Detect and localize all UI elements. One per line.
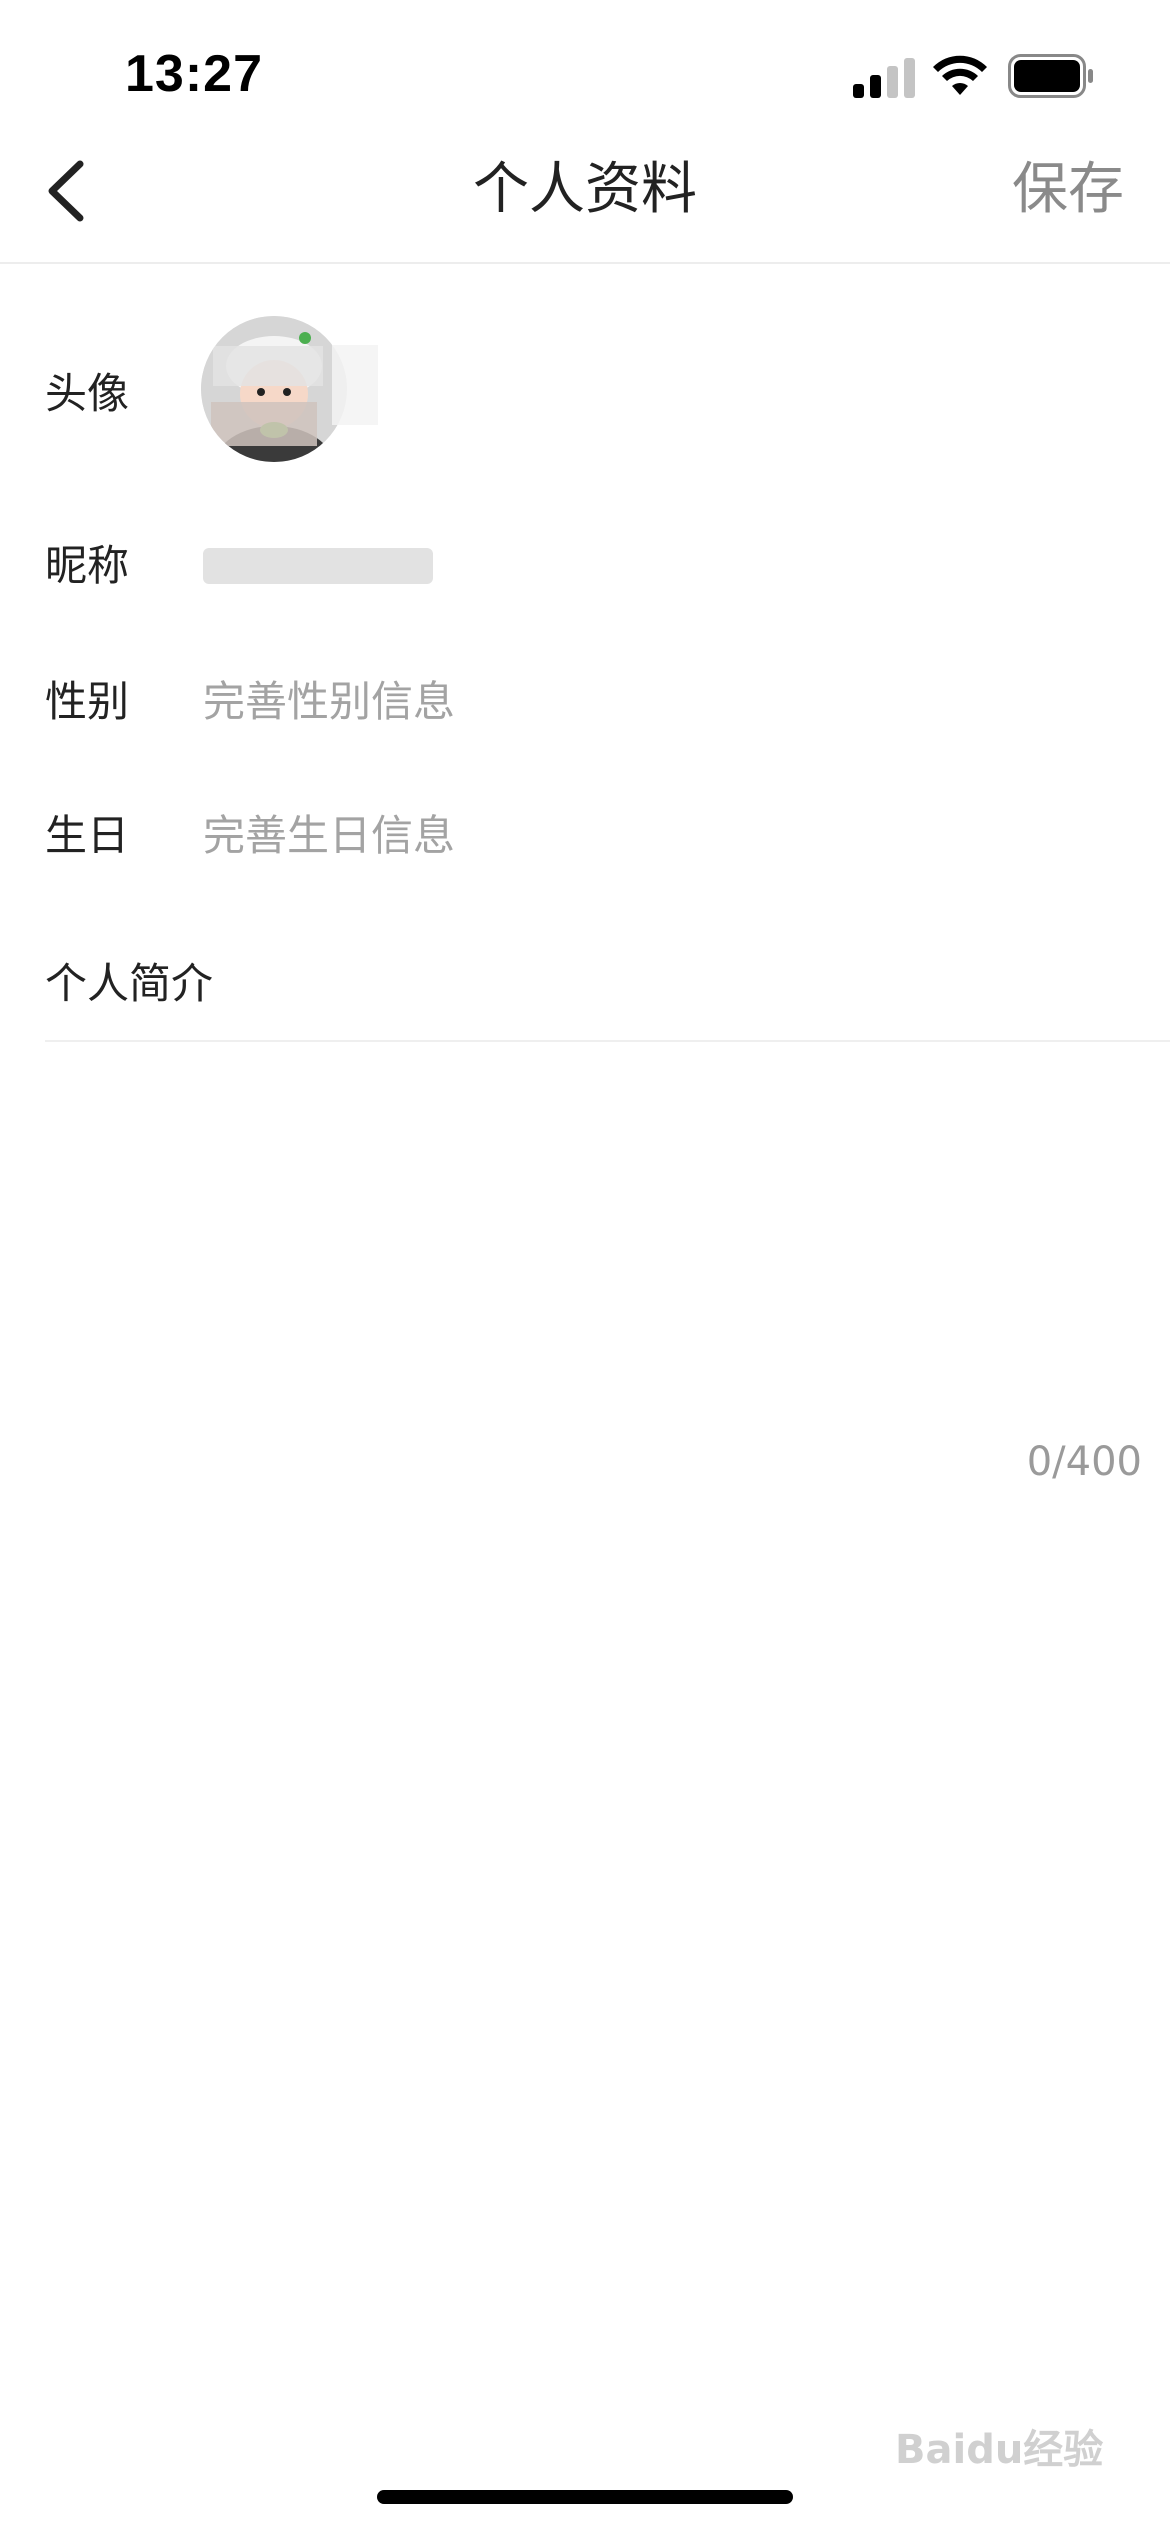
bio-char-counter: 0/400	[1026, 1439, 1142, 1485]
birthday-label: 生日	[45, 811, 130, 860]
profile-edit-screen: 13:27 个人资料 保存 头像 昵称 性别 完善性别信息 生日 完善生日信息 …	[0, 0, 1170, 2532]
nickname-label: 昵称	[45, 541, 130, 590]
home-indicator[interactable]	[377, 2490, 793, 2504]
nickname-field[interactable]	[203, 548, 433, 584]
avatar-label: 头像	[45, 369, 130, 418]
avatar-blur-mask	[211, 402, 317, 446]
bio-textarea[interactable]	[45, 1045, 1145, 1445]
bio-divider	[45, 1040, 1170, 1042]
gender-field[interactable]: 完善性别信息	[203, 672, 455, 732]
save-button[interactable]: 保存	[1012, 150, 1124, 230]
cellular-signal-icon	[853, 58, 915, 98]
avatar-blur-mask	[213, 346, 323, 386]
bio-label: 个人简介	[45, 959, 214, 1008]
birthday-field[interactable]: 完善生日信息	[203, 806, 455, 866]
nav-divider	[0, 262, 1170, 264]
status-time: 13:27	[125, 45, 263, 103]
wifi-icon	[933, 55, 987, 95]
page-title: 个人资料	[473, 157, 697, 222]
avatar-blur-mask	[332, 345, 378, 425]
gender-label: 性别	[45, 677, 130, 726]
battery-full-icon	[1008, 54, 1093, 98]
watermark-logo: Baidu经验	[895, 2427, 1104, 2473]
avatar[interactable]	[201, 316, 347, 462]
